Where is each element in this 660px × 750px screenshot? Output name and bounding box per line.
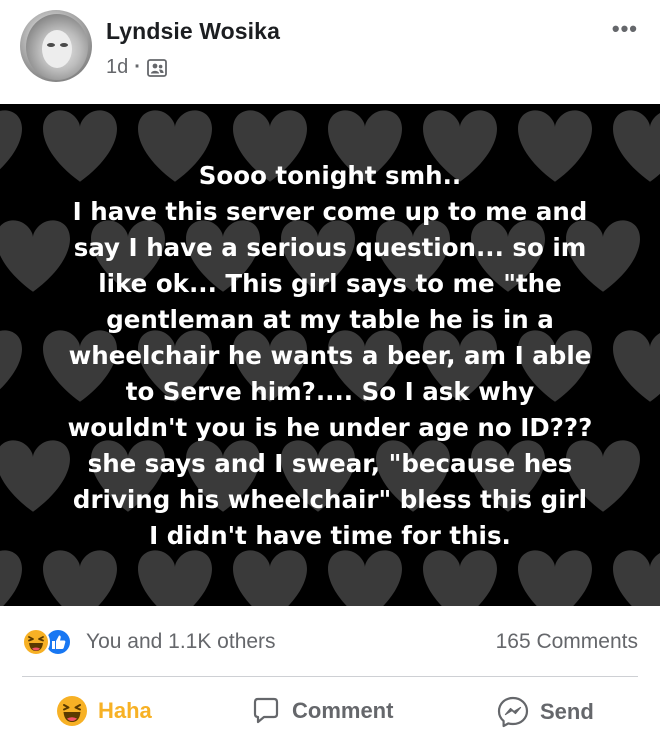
heart-shape	[423, 550, 497, 606]
post-text: Sooo tonight smh.. I have this server co…	[67, 161, 593, 550]
heart-shape	[43, 550, 117, 606]
heart-shape	[518, 550, 592, 606]
post-meta: 1d ·	[106, 56, 167, 79]
more-options-button[interactable]: •••	[612, 16, 638, 42]
haha-label: Haha	[98, 698, 152, 723]
post-body: Sooo tonight smh.. I have this server co…	[0, 104, 660, 606]
heart-shape	[0, 110, 22, 170]
reactions-summary[interactable]: You and 1.1K others	[86, 630, 276, 654]
heart-shape	[0, 330, 22, 390]
comment-button[interactable]: Comment	[250, 695, 393, 727]
send-label: Send	[540, 699, 594, 724]
send-button[interactable]: Send	[496, 695, 594, 729]
haha-button[interactable]: Haha	[56, 695, 152, 727]
comment-icon	[253, 697, 279, 724]
haha-icon	[22, 628, 50, 656]
heart-shape	[328, 550, 402, 606]
heart-shape	[613, 550, 660, 606]
haha-icon	[57, 696, 87, 726]
messenger-icon	[497, 696, 529, 728]
avatar-eye	[60, 43, 68, 47]
avatar[interactable]	[20, 10, 92, 82]
heart-shape	[233, 550, 307, 606]
comment-label: Comment	[292, 698, 394, 723]
post-time[interactable]: 1d	[106, 56, 128, 79]
heart-shape	[138, 550, 212, 606]
action-bar: Haha Comment Send	[0, 677, 660, 750]
author-name[interactable]: Lyndsie Wosika	[106, 18, 280, 45]
meta-separator: ·	[134, 56, 141, 78]
avatar-eye	[47, 43, 55, 47]
friends-icon	[147, 58, 167, 77]
post-stats: You and 1.1K others 165 Comments	[0, 606, 660, 678]
avatar-face	[42, 30, 72, 68]
heart-shape	[0, 550, 22, 606]
post-header: Lyndsie Wosika 1d · •••	[0, 0, 660, 104]
reaction-icons[interactable]	[22, 628, 78, 656]
comments-count[interactable]: 165 Comments	[496, 630, 638, 654]
